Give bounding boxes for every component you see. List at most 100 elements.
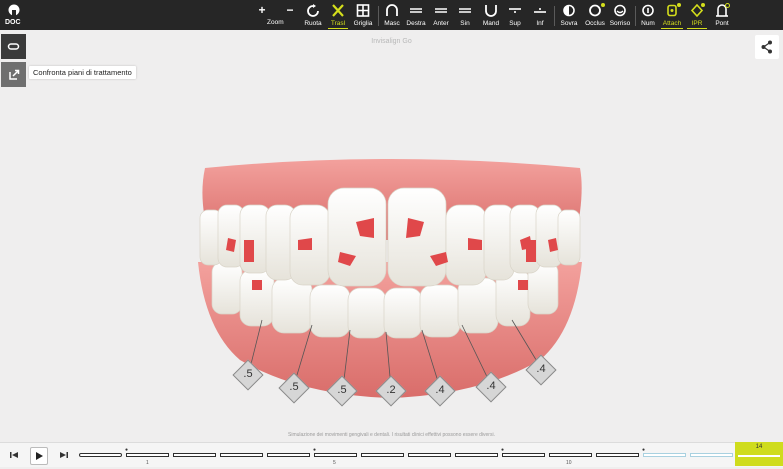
zoom-out-button[interactable]: − [283, 0, 297, 30]
numbering-button[interactable]: Num [639, 0, 657, 30]
stage-segment[interactable] [455, 453, 498, 457]
toolbar-divider [635, 6, 636, 26]
mandible-icon [485, 5, 497, 17]
left-view-button[interactable]: Sin [456, 0, 474, 30]
lower-label: Inf [536, 20, 544, 27]
attachment-button[interactable]: Attach [661, 0, 683, 30]
stage-segment[interactable] [126, 453, 169, 457]
left-view-label: Sin [460, 20, 470, 27]
overlay-label: Sovra [560, 20, 578, 27]
toolbar-divider [378, 6, 379, 26]
front-view-label: Anter [433, 20, 449, 27]
play-button[interactable] [30, 447, 48, 465]
rotate-label: Ruota [304, 20, 322, 27]
ipr-value: .5 [337, 384, 347, 396]
top-toolbar: DOC + Zoom − Ruota Trasl Griglia Masc De… [0, 0, 783, 30]
stage-segment[interactable] [502, 453, 545, 457]
occlusion-icon [589, 4, 601, 17]
left-view-icon [459, 8, 471, 13]
disclaimer-text: Simulazione dei movimenti gengivali e de… [288, 432, 495, 438]
last-stage-button[interactable] [56, 447, 72, 463]
translate-label: Trasl [328, 19, 348, 29]
plus-icon: + [258, 3, 266, 17]
rotate-button[interactable]: Ruota [302, 0, 324, 30]
front-view-button[interactable]: Anter [431, 0, 451, 30]
stage-segment[interactable] [549, 453, 592, 457]
ipr-label: IPR [687, 19, 707, 29]
pontic-label: Pont [715, 20, 729, 27]
ipr-button[interactable]: IPR [687, 0, 707, 30]
grid-button[interactable]: Griglia [351, 0, 375, 30]
doc-label: DOC [5, 19, 21, 26]
lower-arch-button[interactable]: Inf [531, 0, 549, 30]
ipr-indicator [701, 3, 705, 7]
minus-icon: − [286, 3, 294, 17]
stage-segment[interactable] [267, 453, 310, 457]
ipr-value: .4 [486, 380, 496, 392]
stage-segment[interactable] [220, 453, 263, 457]
mandible-label: Mand [482, 20, 500, 27]
right-view-button[interactable]: Destra [405, 0, 427, 30]
grid-icon [356, 4, 370, 17]
front-view-icon [435, 8, 447, 13]
smile-button[interactable]: Sorriso [608, 0, 632, 30]
current-stage-bar [738, 455, 780, 457]
right-view-icon [410, 8, 422, 13]
translate-icon [332, 4, 344, 17]
attachment-marker: ● [313, 447, 317, 453]
current-stage-number: 14 [755, 444, 763, 450]
overlay-button[interactable]: Sovra [558, 0, 580, 30]
upper-label: Sup [509, 20, 521, 27]
pontic-button[interactable]: Pont [712, 0, 732, 30]
attachment-marker: ● [642, 447, 646, 453]
stage-segment[interactable] [596, 453, 639, 457]
ipr-value: .2 [386, 384, 396, 396]
lower-icon [534, 8, 546, 13]
number-icon [642, 4, 654, 17]
stage-tick-label: 1 [146, 460, 149, 466]
stage-tick-label: 10 [566, 460, 572, 466]
smile-icon [614, 4, 626, 17]
upper-icon [509, 8, 521, 13]
pontic-indicator [725, 3, 730, 8]
smile-label: Sorriso [609, 20, 631, 27]
ipr-value: .4 [435, 384, 445, 396]
stage-segment[interactable] [643, 453, 686, 457]
zoom-label: Zoom [267, 19, 284, 26]
jaw-icon [386, 4, 398, 16]
stage-tick-label: 5 [333, 460, 336, 466]
attachment-marker: ● [501, 447, 505, 453]
right-view-label: Destra [406, 20, 426, 27]
grid-label: Griglia [353, 20, 373, 27]
ipr-value: .5 [243, 368, 253, 380]
upper-arch-button[interactable]: Sup [506, 0, 524, 30]
current-stage-indicator[interactable]: 14 [735, 442, 783, 466]
doc-button[interactable]: DOC [0, 0, 28, 30]
stage-segment[interactable] [314, 453, 357, 457]
jaw-button[interactable]: Masc [382, 0, 402, 30]
occlusion-button[interactable]: Occlus [583, 0, 607, 30]
skip-forward-icon [60, 452, 68, 458]
attachment-marker: ● [125, 447, 129, 453]
overlay-icon [563, 4, 575, 17]
toolbar-divider [554, 6, 555, 26]
attachment-label: Attach [661, 20, 683, 29]
stage-segment[interactable] [690, 453, 733, 457]
numbering-label: Num [641, 20, 655, 27]
occlusion-indicator [601, 3, 605, 7]
first-stage-button[interactable] [6, 447, 22, 463]
translate-button[interactable]: Trasl [328, 0, 348, 30]
stage-segment[interactable] [173, 453, 216, 457]
doctor-icon [8, 4, 20, 16]
attachment-indicator [677, 3, 681, 7]
dental-3d-viewport[interactable] [0, 30, 783, 430]
stage-segment[interactable] [361, 453, 404, 457]
ipr-value: .4 [536, 363, 546, 375]
play-icon [36, 452, 43, 460]
ipr-value: .5 [289, 381, 299, 393]
stage-segment[interactable] [408, 453, 451, 457]
stage-segment[interactable] [79, 453, 122, 457]
mandible-button[interactable]: Mand [480, 0, 502, 30]
occlusion-label: Occlus [585, 20, 605, 27]
jaw-label: Masc [384, 20, 400, 27]
